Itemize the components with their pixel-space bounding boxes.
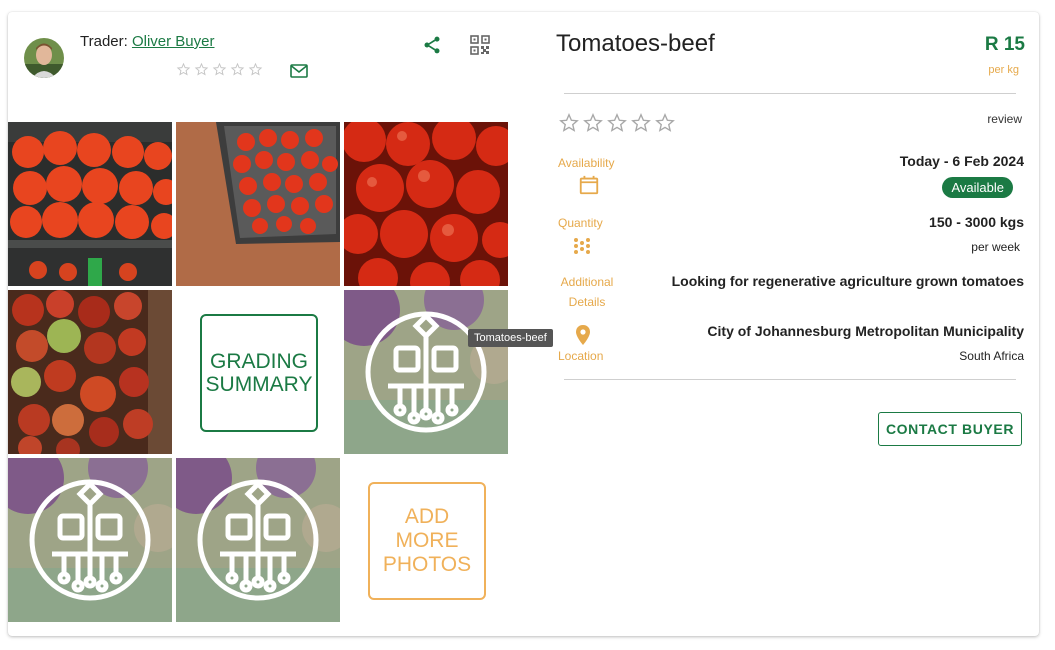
placeholder-photo-2[interactable]	[8, 458, 172, 622]
star-outline-icon[interactable]	[654, 112, 676, 134]
trader-rating[interactable]	[176, 62, 263, 77]
mail-icon[interactable]	[290, 64, 308, 78]
photo-tomatoes-crate[interactable]	[8, 122, 172, 286]
details-label-line-2: Details	[568, 295, 606, 309]
location-pin-icon	[576, 325, 590, 345]
location-city: City of Johannesburg Metropolitan Munici…	[707, 323, 1024, 339]
trader-line: Trader: Oliver Buyer	[80, 33, 215, 50]
star-outline-icon[interactable]	[582, 112, 604, 134]
star-outline-icon[interactable]	[630, 112, 652, 134]
add-line-3: PHOTOS	[382, 553, 472, 576]
photo-tomatoes-tray[interactable]	[176, 122, 340, 286]
quantity-period: per week	[971, 240, 1020, 254]
star-outline-icon[interactable]	[212, 62, 227, 77]
quantity-value: 150 - 3000 kgs	[929, 214, 1024, 230]
divider-top	[564, 93, 1016, 94]
trader-prefix: Trader:	[80, 33, 128, 50]
availability-label: Availability	[558, 156, 615, 170]
add-more-photos-button[interactable]: ADD MORE PHOTOS	[368, 482, 486, 600]
availability-status-badge: Available	[942, 177, 1013, 198]
grading-summary-label: GRADING SUMMARY	[206, 350, 313, 396]
grading-line-1: GRADING	[209, 350, 308, 373]
star-outline-icon[interactable]	[230, 62, 245, 77]
location-country: South Africa	[959, 349, 1024, 363]
details-value: Looking for regenerative agriculture gro…	[671, 273, 1024, 289]
availability-value: Today - 6 Feb 2024	[899, 153, 1024, 169]
add-photos-label: ADD MORE PHOTOS	[383, 505, 471, 577]
grading-line-2: SUMMARY	[205, 373, 313, 396]
grain-icon	[574, 238, 590, 254]
product-price: R 15	[984, 34, 1025, 55]
placeholder-photo-1[interactable]	[344, 290, 508, 454]
quantity-label: Quantity	[558, 216, 603, 230]
placeholder-photo-3[interactable]	[176, 458, 340, 622]
trader-avatar[interactable]	[24, 38, 64, 78]
star-outline-icon[interactable]	[248, 62, 263, 77]
grading-summary-button[interactable]: GRADING SUMMARY	[200, 314, 318, 432]
location-label: Location	[558, 349, 604, 363]
star-outline-icon[interactable]	[558, 112, 580, 134]
calendar-icon	[579, 175, 599, 195]
price-unit: per kg	[988, 64, 1019, 76]
photo-tooltip: Tomatoes-beef	[468, 329, 553, 347]
star-outline-icon[interactable]	[606, 112, 628, 134]
share-icon[interactable]	[422, 35, 442, 55]
star-outline-icon[interactable]	[194, 62, 209, 77]
review-link[interactable]: review	[987, 112, 1022, 126]
product-rating[interactable]	[558, 112, 676, 134]
photo-tomatoes-closeup[interactable]	[344, 122, 508, 286]
photo-mixed-tomatoes[interactable]	[8, 290, 172, 454]
trader-name-link[interactable]: Oliver Buyer	[132, 33, 215, 50]
contact-buyer-button[interactable]: CONTACT BUYER	[878, 412, 1022, 446]
add-line-2: MORE	[395, 529, 459, 552]
details-label: Additional Details	[556, 272, 618, 312]
add-line-1: ADD	[404, 505, 450, 528]
star-outline-icon[interactable]	[176, 62, 191, 77]
details-label-line-1: Additional	[560, 275, 614, 289]
product-title: Tomatoes-beef	[556, 30, 715, 57]
divider-bottom	[564, 379, 1016, 380]
qr-code-icon[interactable]	[470, 35, 490, 55]
